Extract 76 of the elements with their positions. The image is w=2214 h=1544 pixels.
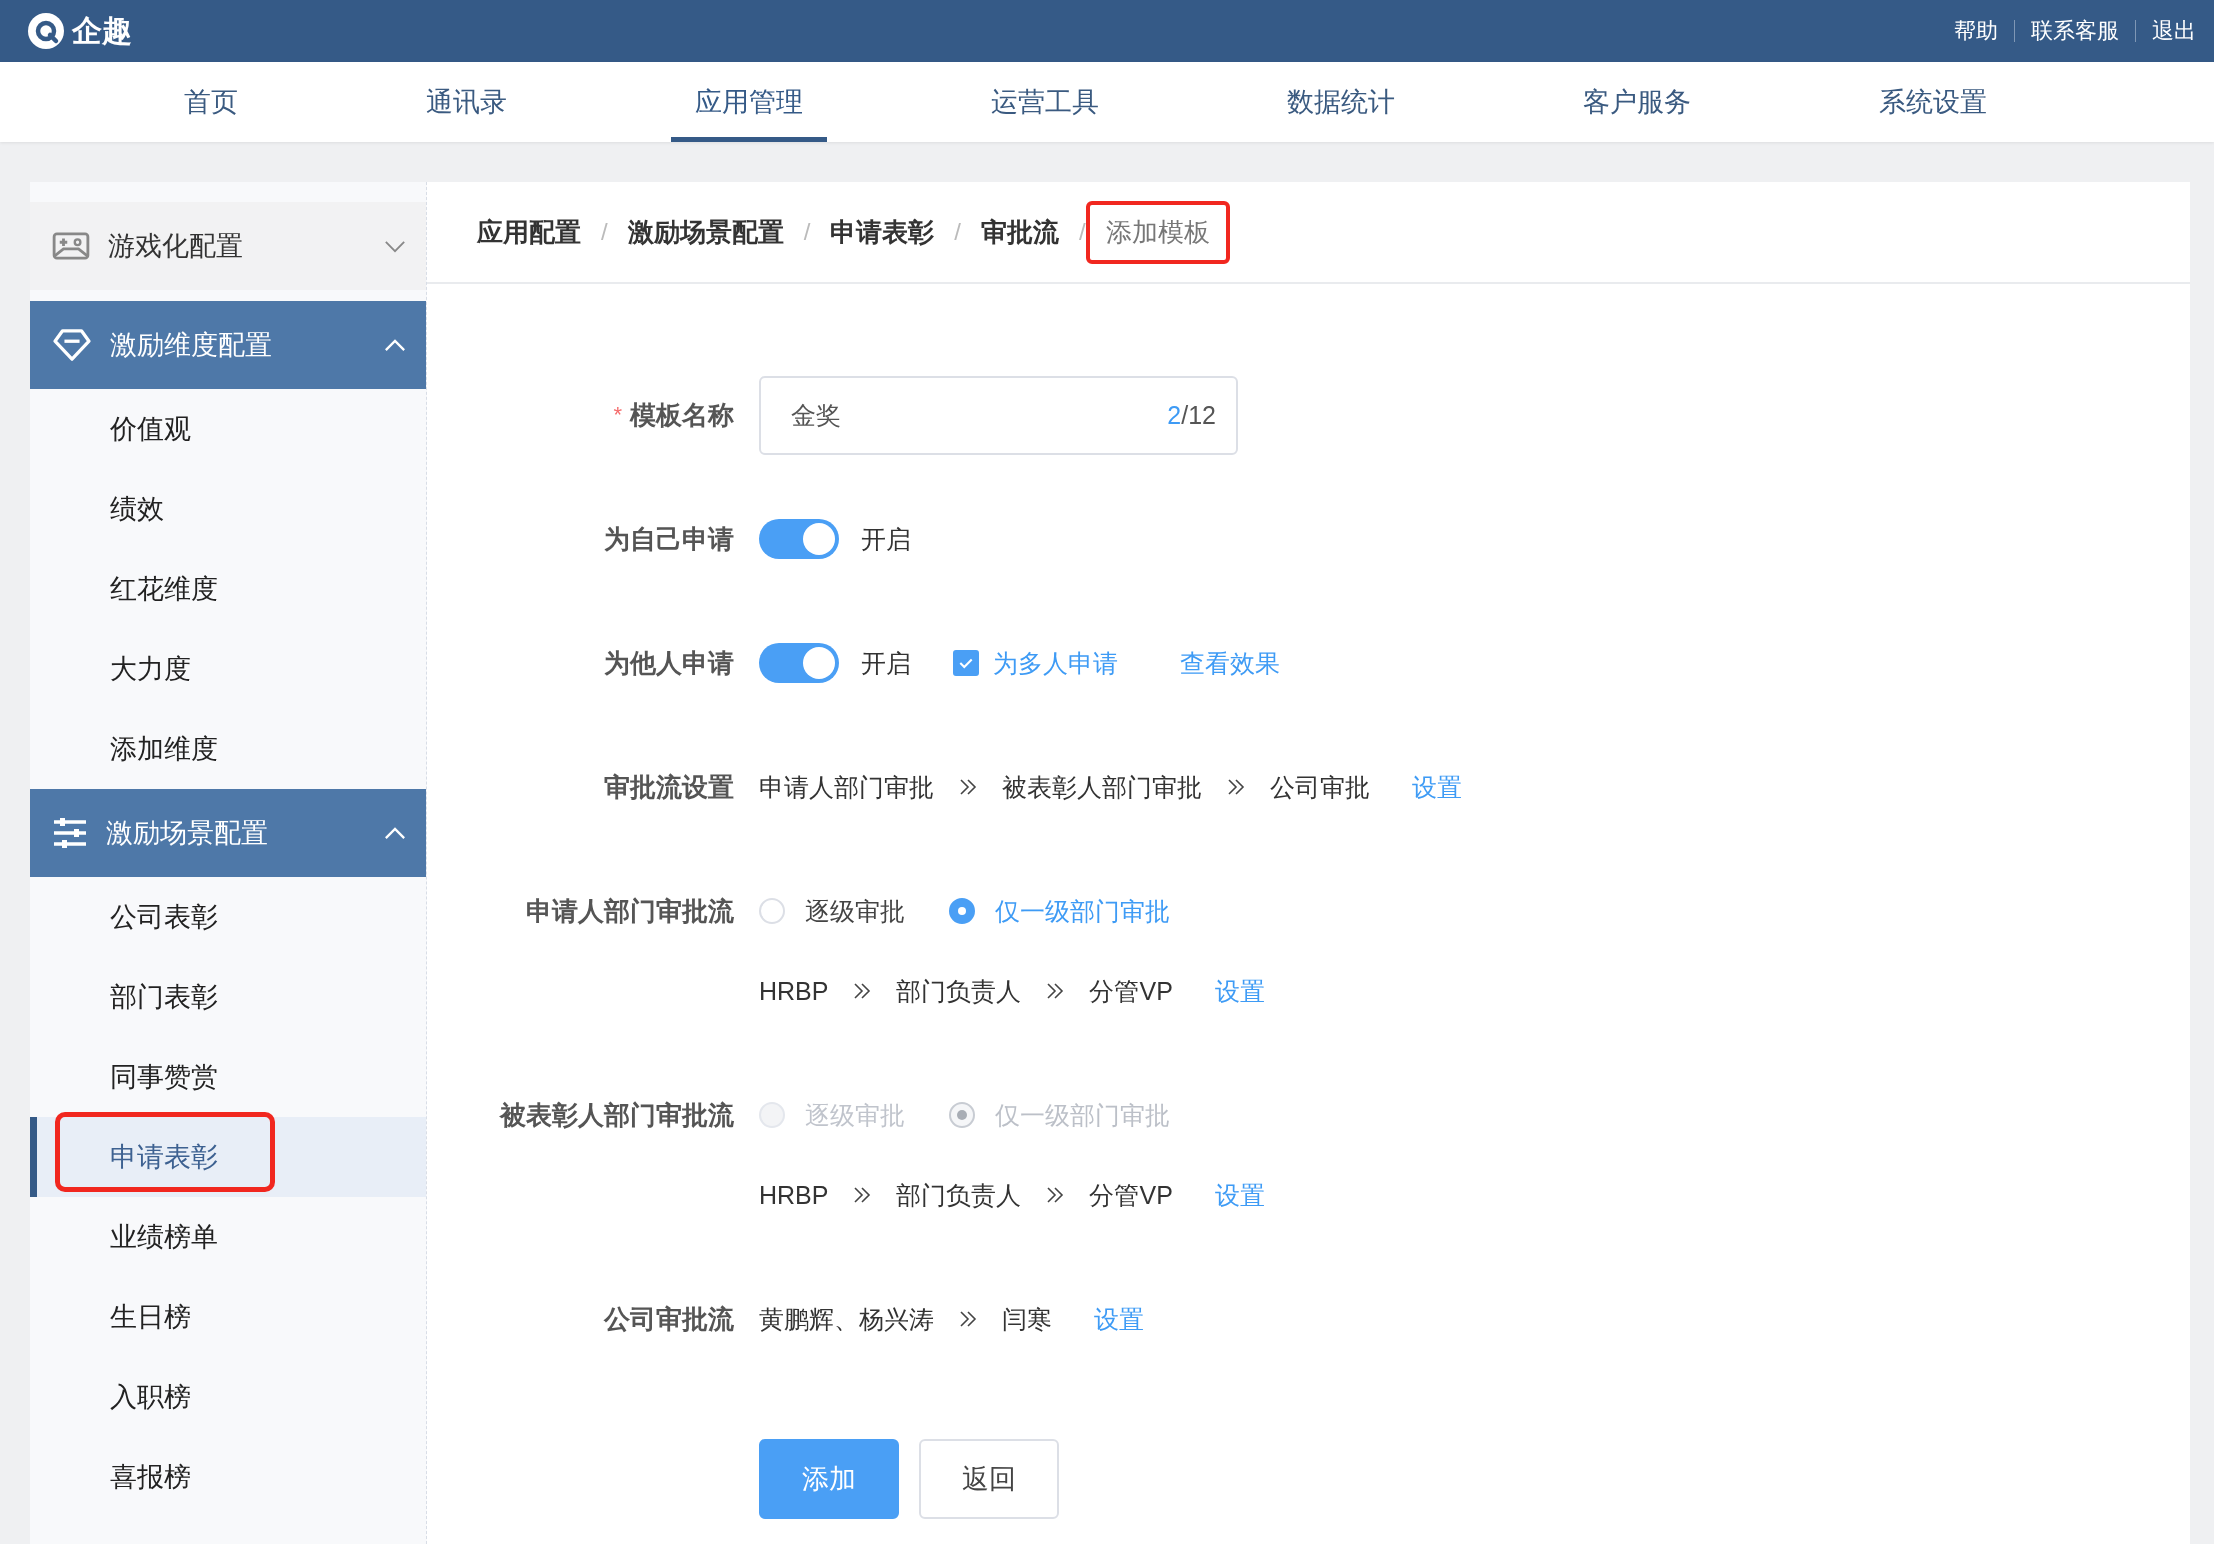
sidebar-item[interactable]: 申请表彰 [110,1139,218,1175]
sidebar-group-header[interactable]: 激励维度配置 [30,301,426,389]
sidebar-item[interactable]: 价值观 [110,411,191,447]
flow-step: 闫寒 [1002,1302,1052,1336]
nav-tab[interactable]: 通讯录 [402,62,531,142]
header-link[interactable]: 帮助 [1954,16,1998,46]
template-name-field[interactable]: 金奖 2/12 [759,375,1238,455]
chevron-down-icon [384,239,406,253]
breadcrumb-item[interactable]: 激励场景配置 [627,214,784,250]
flow-step: 分管VP [1089,974,1173,1008]
breadcrumb-item[interactable]: 审批流 [981,214,1059,250]
flow-step: HRBP [759,1180,829,1210]
field-label: 被表彰人部门审批流 [500,1098,734,1132]
sidebar-item[interactable]: 喜报榜 [110,1459,191,1495]
breadcrumb-separator: / [1079,218,1086,246]
flow-step: 被表彰人部门审批 [1002,770,1202,804]
breadcrumb-separator: / [954,218,961,246]
sidebar-group-header[interactable]: 激励场景配置 [30,789,426,877]
double-chevron-icon [958,1309,978,1329]
chevron-up-icon [384,338,406,352]
sidebar-item[interactable]: 大力度 [110,651,191,687]
logo-text: 企趣 [72,12,132,49]
flow-step: 部门负责人 [896,974,1022,1008]
gamepad-icon [52,231,90,261]
field-label: 为自己申请 [604,522,734,556]
nav-tab[interactable]: 数据统计 [1263,62,1419,142]
breadcrumb-item[interactable]: 应用配置 [477,214,581,250]
sidebar-item[interactable]: 添加维度 [110,731,218,767]
toggle-state-label: 开启 [861,647,911,679]
breadcrumb-item[interactable]: 申请表彰 [830,214,935,250]
field-label: 为他人申请 [604,646,734,680]
sidebar-item[interactable]: 红花维度 [110,571,218,607]
logo-icon [28,13,64,49]
flow-step: 黄鹏辉、杨兴涛 [759,1302,934,1336]
sidebar-item[interactable]: 公司表彰 [110,899,218,935]
toggle-state-label: 开启 [861,523,911,555]
flow-step: 分管VP [1089,1178,1173,1212]
sidebar-item[interactable]: 绩效 [110,491,164,527]
double-chevron-icon [852,981,873,1001]
field-label: 审批流设置 [604,770,734,804]
sidebar-item[interactable]: 业绩榜单 [110,1219,218,1255]
nav-tab[interactable]: 系统设置 [1855,62,2011,142]
header-link[interactable]: 联系客服 [2031,16,2119,46]
diamond-icon [52,328,92,362]
back-button[interactable]: 返回 [919,1439,1059,1519]
nav-tab[interactable]: 应用管理 [671,62,827,142]
required-mark: * [613,402,622,428]
breadcrumb-separator: / [803,218,811,246]
nav-tab[interactable]: 客户服务 [1559,62,1715,142]
double-chevron-icon [958,777,978,797]
toggle-switch[interactable] [759,643,839,683]
flow-step: 申请人部门审批 [759,770,934,804]
field-label: 申请人部门审批流 [526,894,734,928]
nav-tab[interactable]: 首页 [160,62,262,142]
field-label: 模板名称 [630,398,734,432]
toggle-switch[interactable] [759,519,839,559]
sidebar-item[interactable]: 部门表彰 [110,979,218,1015]
double-chevron-icon [852,1185,873,1205]
sidebar-item[interactable]: 入职榜 [110,1379,191,1415]
double-chevron-icon [1226,777,1246,797]
flow-step: 公司审批 [1270,770,1370,804]
double-chevron-icon [1045,981,1066,1001]
radio-option[interactable]: 逐级审批 [759,894,905,928]
nav-tab[interactable]: 运营工具 [967,62,1123,142]
field-label: 公司审批流 [604,1302,734,1336]
double-chevron-icon [1045,1185,1066,1205]
sidebar-item[interactable]: 同事赞赏 [110,1059,218,1095]
header-link[interactable]: 退出 [2152,16,2196,46]
chevron-up-icon [384,826,406,840]
sliders-icon [52,817,88,849]
flow-step: HRBP [759,976,829,1006]
flow-step: 部门负责人 [896,1178,1022,1212]
breadcrumb-item[interactable]: 添加模板 [1085,200,1230,264]
sidebar-group-header[interactable]: 游戏化配置 [30,202,426,290]
sidebar-item[interactable]: 生日榜 [110,1299,191,1335]
breadcrumb-separator: / [601,218,608,246]
